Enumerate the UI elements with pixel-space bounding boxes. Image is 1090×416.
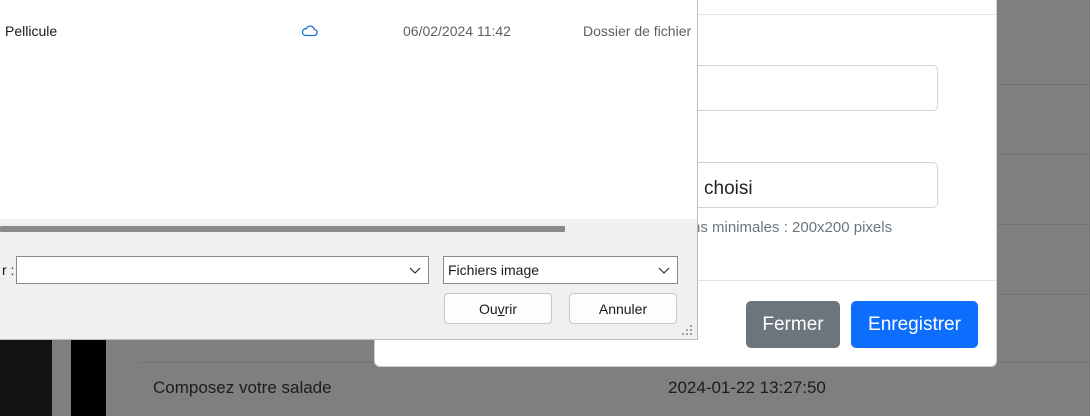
- chevron-down-icon[interactable]: [408, 263, 422, 277]
- horizontal-scrollbar[interactable]: [0, 226, 565, 232]
- file-input-status: choisi: [704, 178, 753, 199]
- resize-grip-icon[interactable]: [681, 323, 693, 335]
- cancel-button[interactable]: Annuler: [569, 293, 677, 324]
- bg-row-title: Composez votre salade: [153, 378, 332, 397]
- bg-row-date: 2024-01-22 13:27:50: [668, 378, 826, 397]
- filename-input[interactable]: [16, 256, 429, 284]
- open-button-label: Ouvrir: [478, 300, 518, 317]
- chevron-down-icon[interactable]: [657, 263, 671, 277]
- file-date: 06/02/2024 11:42: [403, 23, 511, 39]
- file-type-filter[interactable]: Fichiers image: [443, 256, 678, 284]
- file-type-filter-value: Fichiers image: [448, 262, 540, 278]
- thumbnail-image: [0, 340, 52, 416]
- close-button[interactable]: Fermer: [746, 301, 840, 348]
- file-name: Pellicule: [5, 23, 58, 39]
- cloud-icon: [301, 24, 318, 37]
- thumbnail-image: [71, 340, 106, 416]
- save-button[interactable]: Enregistrer: [851, 301, 978, 348]
- file-open-dialog: Pellicule 06/02/2024 11:42 Dossier de fi…: [0, 0, 698, 340]
- image-help-text: ns minimales : 200x200 pixels: [692, 219, 893, 236]
- open-button[interactable]: Ouvrir: [444, 293, 552, 324]
- file-type: Dossier de fichier: [583, 23, 692, 39]
- file-list[interactable]: Pellicule 06/02/2024 11:42 Dossier de fi…: [0, 0, 697, 219]
- filename-label: r :: [2, 262, 15, 278]
- list-item[interactable]: Pellicule 06/02/2024 11:42 Dossier de fi…: [0, 14, 697, 48]
